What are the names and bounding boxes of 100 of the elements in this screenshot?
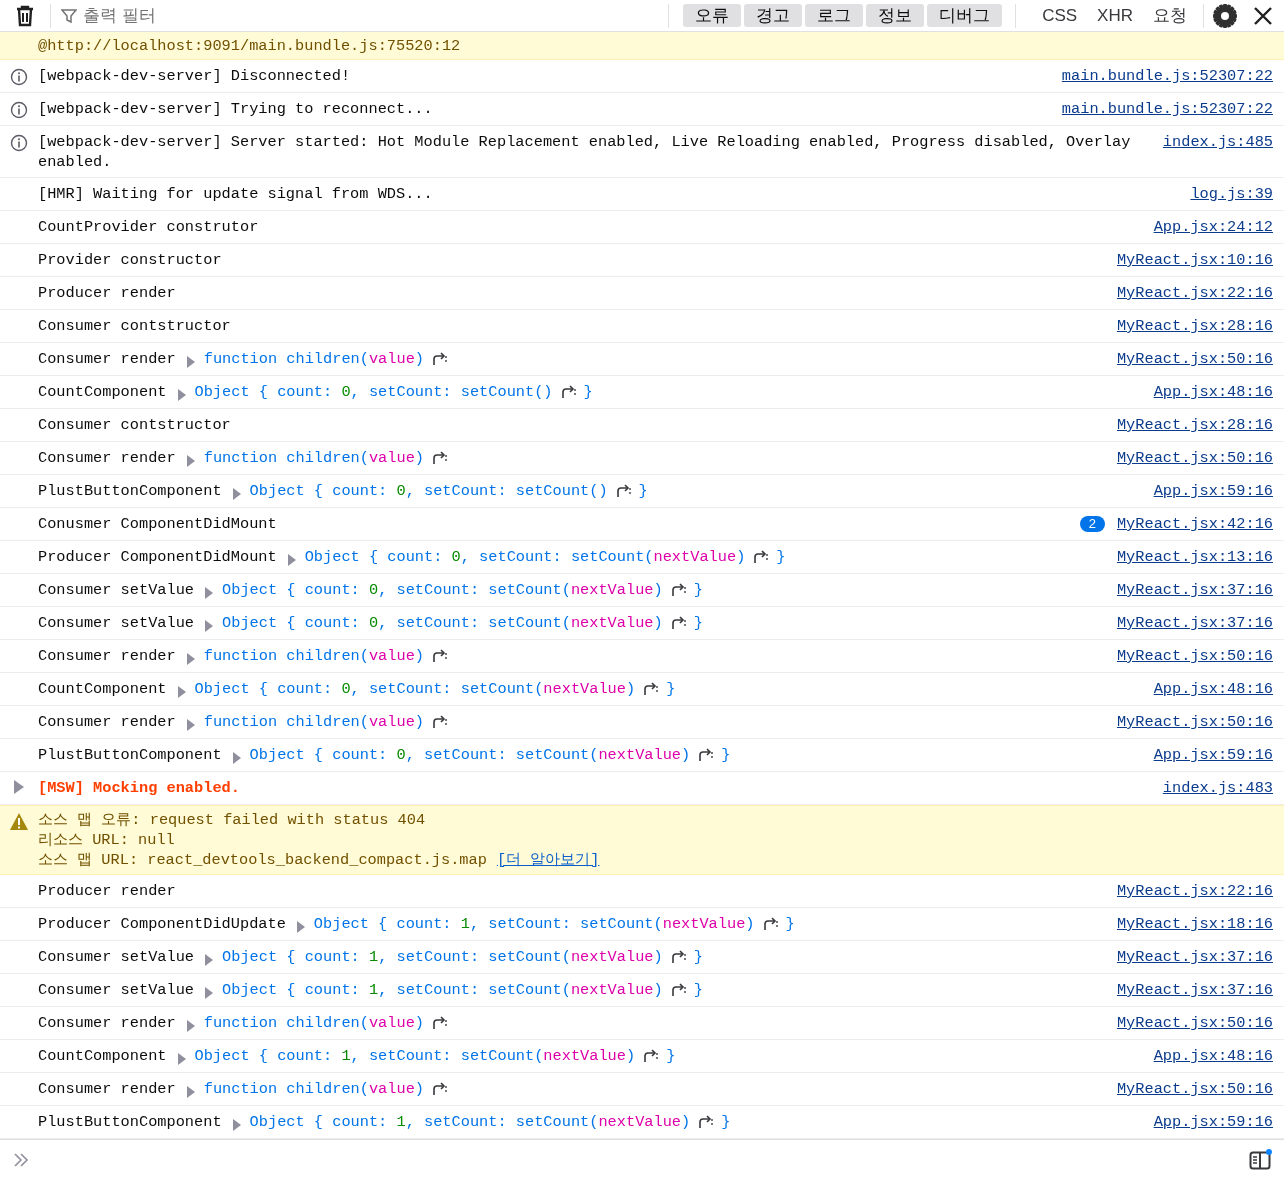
level-filter-button[interactable]: 로그 bbox=[805, 4, 864, 27]
jump-to-definition-icon[interactable] bbox=[432, 649, 448, 663]
jump-to-definition-icon[interactable] bbox=[753, 550, 769, 564]
jump-to-definition-icon[interactable] bbox=[643, 1049, 659, 1063]
source-link[interactable]: App.jsx:59:16 bbox=[1153, 481, 1273, 501]
object-preview[interactable]: } bbox=[721, 1112, 731, 1132]
object-preview[interactable]: Object { count: 0, setCount: setCount(nextValue) bbox=[194, 679, 636, 699]
object-preview[interactable]: Object { count: 0, setCount: setCount(nextValue) bbox=[222, 613, 663, 633]
jump-to-definition-icon[interactable] bbox=[432, 1016, 448, 1030]
source-link[interactable]: MyReact.jsx:13:16 bbox=[1116, 547, 1273, 567]
expand-caret-icon[interactable] bbox=[185, 354, 196, 369]
sidebar-toggle-button[interactable] bbox=[1248, 1147, 1274, 1173]
jump-to-definition-icon[interactable] bbox=[670, 583, 686, 597]
object-preview[interactable]: Object { count: 0, setCount: setCount() bbox=[249, 481, 608, 501]
jump-to-definition-icon[interactable] bbox=[762, 917, 778, 931]
source-link[interactable]: App.jsx:59:16 bbox=[1153, 1112, 1273, 1132]
source-link[interactable]: MyReact.jsx:50:16 bbox=[1116, 1079, 1273, 1099]
jump-to-definition-icon[interactable] bbox=[643, 682, 659, 696]
object-preview[interactable]: Object { count: 0, setCount: setCount() bbox=[194, 382, 553, 402]
source-link[interactable]: MyReact.jsx:22:16 bbox=[1116, 283, 1273, 303]
object-preview[interactable]: } bbox=[666, 679, 676, 699]
source-link[interactable]: MyReact.jsx:37:16 bbox=[1116, 613, 1273, 633]
jump-to-definition-icon[interactable] bbox=[432, 1082, 448, 1096]
source-link[interactable]: MyReact.jsx:22:16 bbox=[1116, 881, 1273, 901]
expand-caret-icon[interactable] bbox=[204, 952, 215, 967]
object-preview[interactable]: } bbox=[693, 613, 703, 633]
source-link[interactable]: MyReact.jsx:37:16 bbox=[1116, 980, 1273, 1000]
jump-to-definition-icon[interactable] bbox=[432, 451, 448, 465]
jump-to-definition-icon[interactable] bbox=[432, 352, 448, 366]
learn-more-link[interactable]: [더 알아보기] bbox=[496, 850, 600, 870]
source-link[interactable]: main.bundle.js:52307:22 bbox=[1061, 99, 1273, 119]
object-preview[interactable]: Object { count: 1, setCount: setCount(nextValue) bbox=[249, 1112, 691, 1132]
source-link[interactable]: index.js:485 bbox=[1162, 132, 1273, 152]
expand-caret-icon[interactable] bbox=[185, 651, 196, 666]
jump-to-definition-icon[interactable] bbox=[670, 950, 686, 964]
source-link[interactable]: MyReact.jsx:42:16 bbox=[1116, 514, 1273, 534]
source-link[interactable]: App.jsx:59:16 bbox=[1153, 745, 1273, 765]
source-link[interactable]: App.jsx:24:12 bbox=[1153, 217, 1273, 237]
jump-to-definition-icon[interactable] bbox=[670, 616, 686, 630]
source-link[interactable]: MyReact.jsx:37:16 bbox=[1116, 580, 1273, 600]
object-preview[interactable]: function children(value) bbox=[203, 448, 425, 468]
object-preview[interactable]: } bbox=[583, 382, 593, 402]
object-preview[interactable]: } bbox=[785, 914, 795, 934]
object-preview[interactable]: } bbox=[638, 481, 648, 501]
source-link[interactable]: MyReact.jsx:50:16 bbox=[1116, 1013, 1273, 1033]
source-link[interactable]: App.jsx:48:16 bbox=[1153, 679, 1273, 699]
expand-caret-icon[interactable] bbox=[185, 453, 196, 468]
object-preview[interactable]: } bbox=[721, 745, 731, 765]
source-link[interactable]: MyReact.jsx:50:16 bbox=[1116, 349, 1273, 369]
expand-caret-icon[interactable] bbox=[13, 779, 25, 795]
level-filter-button[interactable]: 디버그 bbox=[927, 4, 1003, 27]
object-preview[interactable]: Object { count: 1, setCount: setCount(nextValue) bbox=[194, 1046, 636, 1066]
object-preview[interactable]: Object { count: 0, setCount: setCount(nextValue) bbox=[222, 580, 663, 600]
object-preview[interactable]: Object { count: 1, setCount: setCount(nextValue) bbox=[313, 914, 755, 934]
object-preview[interactable]: } bbox=[693, 947, 703, 967]
source-link[interactable]: MyReact.jsx:50:16 bbox=[1116, 448, 1273, 468]
expand-caret-icon[interactable] bbox=[231, 750, 242, 765]
expand-caret-icon[interactable] bbox=[185, 1018, 196, 1033]
object-preview[interactable]: function children(value) bbox=[203, 349, 425, 369]
level-filter-button[interactable]: 정보 bbox=[866, 4, 925, 27]
jump-to-definition-icon[interactable] bbox=[670, 983, 686, 997]
expand-caret-icon[interactable] bbox=[176, 387, 187, 402]
filter-field[interactable]: 출력 필터 bbox=[81, 4, 285, 27]
source-link[interactable]: MyReact.jsx:18:16 bbox=[1116, 914, 1273, 934]
object-preview[interactable]: function children(value) bbox=[203, 1079, 425, 1099]
object-preview[interactable]: } bbox=[666, 1046, 676, 1066]
jump-to-definition-icon[interactable] bbox=[615, 484, 631, 498]
expand-caret-icon[interactable] bbox=[176, 684, 187, 699]
object-preview[interactable]: Object { count: 0, setCount: setCount(nextValue) bbox=[304, 547, 746, 567]
object-preview[interactable]: } bbox=[693, 580, 703, 600]
expand-caret-icon[interactable] bbox=[231, 486, 242, 501]
category-filter-button[interactable]: CSS bbox=[1032, 4, 1088, 27]
object-preview[interactable]: } bbox=[693, 980, 703, 1000]
expand-caret-icon[interactable] bbox=[295, 919, 306, 934]
source-link[interactable]: MyReact.jsx:50:16 bbox=[1116, 646, 1273, 666]
jump-to-definition-icon[interactable] bbox=[560, 385, 576, 399]
expand-caret-icon[interactable] bbox=[176, 1051, 187, 1066]
jump-to-definition-icon[interactable] bbox=[698, 1115, 714, 1129]
source-link[interactable]: MyReact.jsx:28:16 bbox=[1116, 415, 1273, 435]
source-link[interactable]: App.jsx:48:16 bbox=[1153, 382, 1273, 402]
category-filter-button[interactable]: XHR bbox=[1087, 4, 1143, 27]
expand-caret-icon[interactable] bbox=[204, 585, 215, 600]
object-preview[interactable]: } bbox=[776, 547, 786, 567]
object-preview[interactable]: function children(value) bbox=[203, 1013, 425, 1033]
jump-to-definition-icon[interactable] bbox=[432, 715, 448, 729]
expand-caret-icon[interactable] bbox=[185, 1084, 196, 1099]
level-filter-button[interactable]: 오류 bbox=[683, 4, 742, 27]
category-filter-button[interactable]: 요청 bbox=[1143, 4, 1197, 27]
source-link[interactable]: MyReact.jsx:50:16 bbox=[1116, 712, 1273, 732]
source-link[interactable]: index.js:483 bbox=[1162, 778, 1273, 798]
level-filter-button[interactable]: 경고 bbox=[744, 4, 803, 27]
source-link[interactable]: App.jsx:48:16 bbox=[1153, 1046, 1273, 1066]
expand-caret-icon[interactable] bbox=[204, 985, 215, 1000]
source-link[interactable]: log.js:39 bbox=[1190, 184, 1273, 204]
source-link[interactable]: main.bundle.js:52307:22 bbox=[1061, 66, 1273, 86]
object-preview[interactable]: function children(value) bbox=[203, 646, 425, 666]
source-link[interactable]: MyReact.jsx:28:16 bbox=[1116, 316, 1273, 336]
expand-caret-icon[interactable] bbox=[185, 717, 196, 732]
source-link[interactable]: MyReact.jsx:37:16 bbox=[1116, 947, 1273, 967]
expand-caret-icon[interactable] bbox=[231, 1117, 242, 1132]
